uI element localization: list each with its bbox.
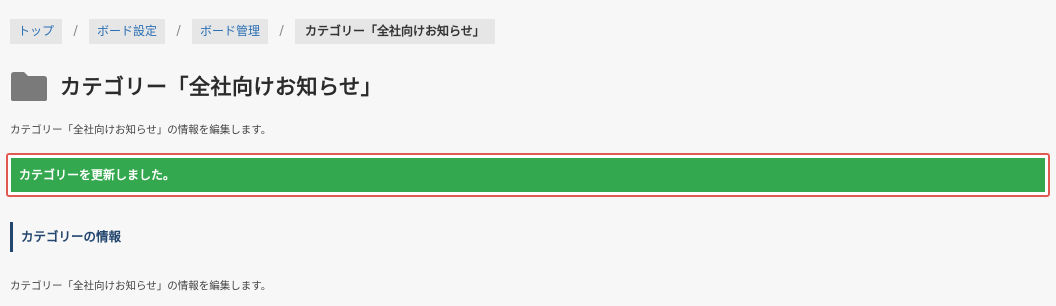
page-header: カテゴリー「全社向けお知らせ」 xyxy=(10,70,382,102)
folder-icon xyxy=(11,71,47,101)
breadcrumb-item-top[interactable]: トップ xyxy=(10,19,63,44)
breadcrumb-item-board-settings[interactable]: ボード設定 xyxy=(89,19,166,44)
section-heading: カテゴリーの情報 xyxy=(10,222,121,252)
breadcrumb-separator: / xyxy=(176,24,181,39)
alert-highlight: カテゴリーを更新しました。 xyxy=(6,153,1050,197)
breadcrumb-separator: / xyxy=(73,24,78,39)
breadcrumb-separator: / xyxy=(279,24,284,39)
page: トップ / ボード設定 / ボード管理 / カテゴリー「全社向けお知らせ」 カテ… xyxy=(0,0,1056,306)
breadcrumb-item-board-management[interactable]: ボード管理 xyxy=(192,19,269,44)
page-title: カテゴリー「全社向けお知らせ」 xyxy=(60,75,383,99)
page-description: カテゴリー「全社向けお知らせ」の情報を編集します。 xyxy=(10,124,272,136)
breadcrumb: トップ / ボード設定 / ボード管理 / カテゴリー「全社向けお知らせ」 xyxy=(10,19,495,44)
section-description: カテゴリー「全社向けお知らせ」の情報を編集します。 xyxy=(10,280,272,292)
success-alert: カテゴリーを更新しました。 xyxy=(11,158,1045,192)
breadcrumb-item-current: カテゴリー「全社向けお知らせ」 xyxy=(295,19,495,44)
